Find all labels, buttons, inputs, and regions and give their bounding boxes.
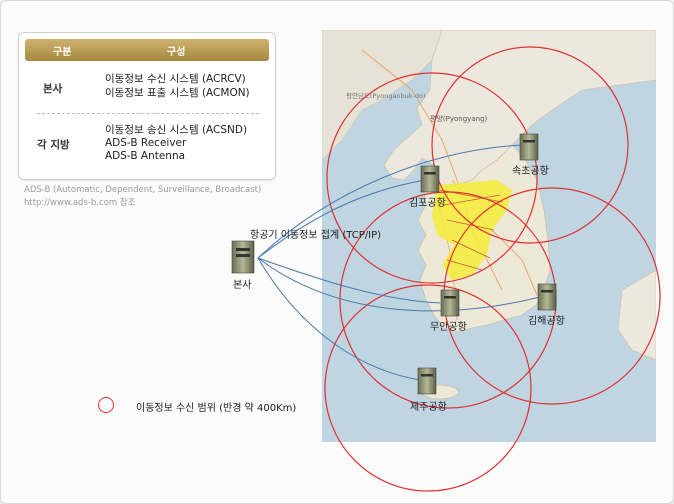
- link-sokcho: [257, 144, 523, 259]
- airport-label-sokcho: 속초공항: [512, 166, 549, 177]
- link-gimhae: [257, 257, 545, 312]
- link-gimpo: [257, 179, 426, 259]
- server-gimpo-icon[interactable]: [420, 165, 440, 193]
- link-label: 항공기 이동정보 접계 (TCP/IP): [250, 230, 382, 241]
- legend-label: 이동정보 수신 범위 (반경 약 400Km): [136, 403, 297, 414]
- server-gimhae-icon[interactable]: [537, 283, 557, 311]
- server-hq-icon[interactable]: [231, 240, 255, 274]
- airport-label-jeju: 제주공항: [410, 402, 447, 413]
- server-muan-icon[interactable]: [440, 289, 460, 317]
- server-jeju-icon[interactable]: [417, 367, 437, 395]
- hq-label: 본사: [233, 280, 252, 291]
- network-overlay: [231, 46, 661, 492]
- legend-circle-icon: [98, 397, 114, 413]
- airport-label-gimpo: 김포공항: [409, 198, 446, 209]
- airport-label-muan: 무안공항: [430, 322, 467, 333]
- airport-label-gimhae: 김해공항: [528, 316, 565, 327]
- server-sokcho-icon[interactable]: [519, 133, 539, 161]
- link-muan: [257, 257, 441, 304]
